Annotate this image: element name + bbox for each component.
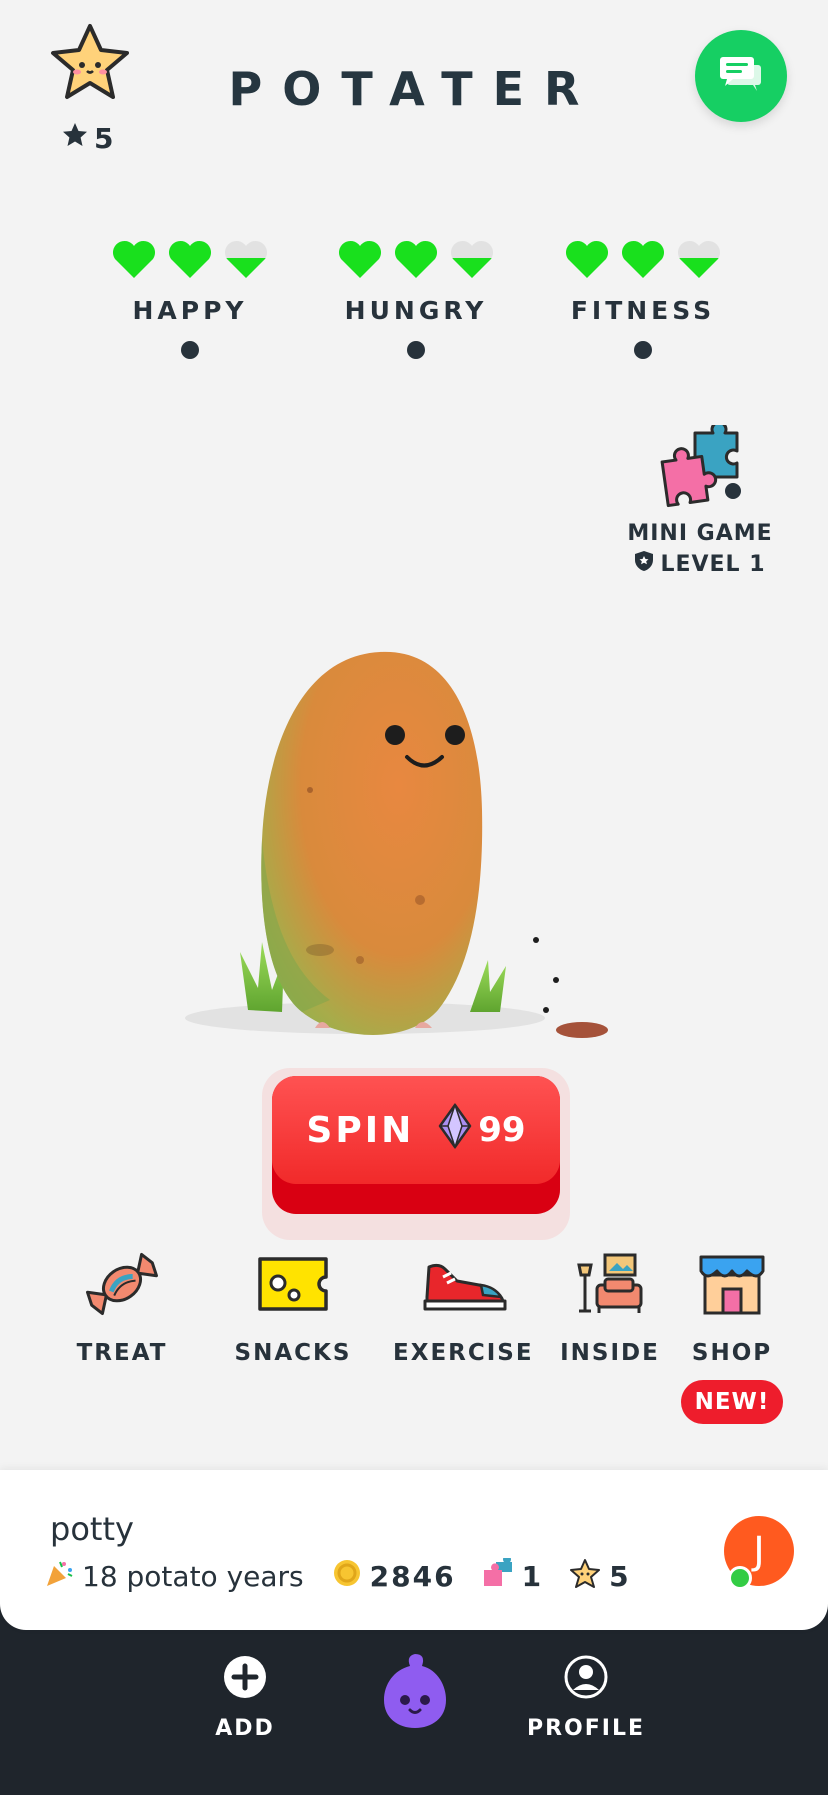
action-label: SHOP <box>691 1340 773 1366</box>
shop-icon <box>662 1248 802 1320</box>
heart-half-icon <box>222 238 270 284</box>
stat-label: HAPPY <box>132 296 248 325</box>
heart-full-icon <box>110 238 158 284</box>
puzzle-count: 1 <box>521 1560 544 1593</box>
action-label: TREAT <box>76 1340 168 1366</box>
shield-icon <box>634 550 654 578</box>
star-total: 5 <box>609 1560 631 1593</box>
spin-button[interactable]: SPIN 99 <box>272 1076 560 1214</box>
action-label: EXERCISE <box>393 1340 534 1366</box>
action-inside[interactable]: INSIDE <box>540 1248 680 1366</box>
spin-cost-value: 99 <box>478 1110 526 1150</box>
nav-profile-button[interactable]: PROFILE <box>511 1654 661 1741</box>
pet-age: 18 potato years <box>82 1560 304 1593</box>
bottom-navigation: ADD PROFILE <box>0 1604 828 1795</box>
pet-stats-row: 18 potato years 2846 1 5 <box>44 1555 631 1595</box>
nav-pet-button[interactable] <box>380 1650 450 1730</box>
stat-happy: HAPPY <box>80 238 300 359</box>
action-snacks[interactable]: SNACKS <box>223 1248 363 1366</box>
spin-cost: 99 <box>436 1102 526 1158</box>
heart-full-icon <box>166 238 214 284</box>
user-circle-icon <box>563 1655 609 1704</box>
star-icon <box>62 122 88 155</box>
heart-half-icon <box>448 238 496 284</box>
nav-add-button[interactable]: ADD <box>170 1654 320 1741</box>
heart-half-icon <box>675 238 723 284</box>
action-treat[interactable]: TREAT <box>52 1248 192 1366</box>
stat-indicator-dot <box>181 341 199 359</box>
spin-label: SPIN <box>306 1109 415 1151</box>
stat-indicator-dot <box>407 341 425 359</box>
pet-blob-icon <box>380 1654 450 1734</box>
star-face-icon <box>569 1558 601 1595</box>
living-room-icon <box>540 1248 680 1320</box>
stat-indicator-dot <box>634 341 652 359</box>
heart-full-icon <box>392 238 440 284</box>
potato-eye-right <box>445 725 465 745</box>
star-count-value: 5 <box>94 122 114 155</box>
mini-game-button[interactable]: MINI GAME LEVEL 1 <box>620 420 780 578</box>
action-label: SNACKS <box>234 1340 352 1366</box>
pet-info-card: potty 18 potato years 2846 1 5 J <box>0 1470 828 1630</box>
coin-icon <box>332 1558 362 1595</box>
chat-button[interactable] <box>695 30 787 122</box>
heart-full-icon <box>619 238 667 284</box>
nav-add-label: ADD <box>215 1716 275 1741</box>
potato-pet[interactable] <box>170 640 630 1060</box>
mini-game-level-label: LEVEL 1 <box>660 551 766 577</box>
action-exercise[interactable]: EXERCISE <box>393 1248 533 1366</box>
sweet-potato-snack <box>556 1022 608 1038</box>
mini-game-title: MINI GAME <box>627 521 773 546</box>
online-status-dot <box>728 1566 752 1590</box>
gem-icon <box>436 1102 474 1158</box>
cheese-icon <box>223 1248 363 1320</box>
candy-icon <box>52 1248 192 1320</box>
stat-fitness: FITNESS <box>533 238 753 359</box>
heart-meter <box>80 238 300 284</box>
stat-label: FITNESS <box>570 296 716 325</box>
heart-meter <box>306 238 526 284</box>
chat-icon <box>717 53 765 99</box>
party-popper-icon <box>44 1558 74 1595</box>
sneaker-icon <box>393 1248 533 1320</box>
new-badge: NEW! <box>681 1380 783 1424</box>
stat-label: HUNGRY <box>344 296 488 325</box>
grass-right <box>470 960 506 1012</box>
mini-game-level: LEVEL 1 <box>620 550 780 578</box>
potato-eye-left <box>385 725 405 745</box>
stat-hungry: HUNGRY <box>306 238 526 359</box>
plus-circle-icon <box>222 1656 268 1704</box>
pet-name: potty <box>50 1510 134 1548</box>
puzzle-icon <box>655 420 745 513</box>
action-shop[interactable]: SHOP <box>662 1248 802 1366</box>
heart-meter <box>533 238 753 284</box>
puzzle-piece-icon <box>482 1555 514 1595</box>
action-label: INSIDE <box>560 1340 660 1366</box>
star-count: 5 <box>62 122 113 155</box>
heart-full-icon <box>336 238 384 284</box>
nav-profile-label: PROFILE <box>526 1716 646 1741</box>
heart-full-icon <box>563 238 611 284</box>
coin-count: 2846 <box>369 1560 456 1593</box>
